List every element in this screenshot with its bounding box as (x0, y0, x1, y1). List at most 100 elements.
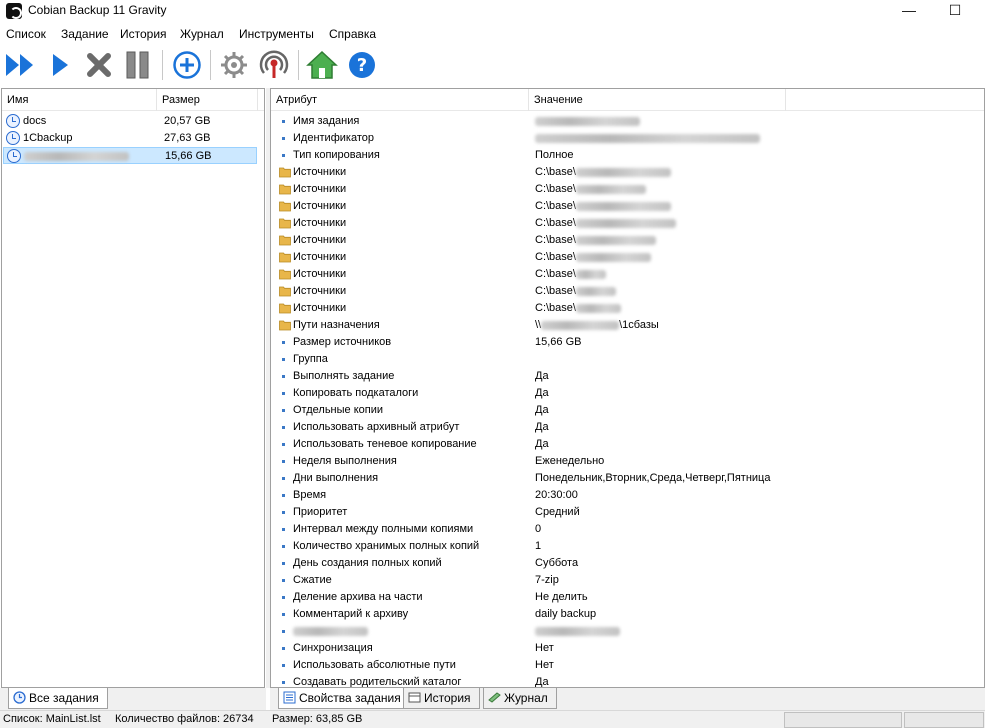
column-header-name[interactable]: Имя (2, 89, 157, 111)
property-name: Источники (293, 302, 347, 314)
property-row[interactable]: Деление архива на части Не делить (271, 589, 984, 606)
tab-log[interactable]: Журнал (483, 688, 557, 709)
redacted-text (575, 167, 671, 177)
property-row[interactable]: Источники C:\base\ (271, 215, 984, 232)
menu-task[interactable]: Задание (61, 27, 109, 41)
svg-text:?: ? (357, 55, 367, 76)
tab-history[interactable]: История (403, 688, 480, 709)
property-value (535, 132, 760, 144)
bullet-icon (282, 681, 285, 684)
pause-button[interactable] (121, 48, 155, 82)
property-row[interactable]: Приоритет Средний (271, 504, 984, 521)
property-name: Синхронизация (293, 642, 373, 654)
column-header-value[interactable]: Значение (529, 89, 786, 111)
property-row[interactable]: Дни выполнения Понедельник,Вторник,Среда,… (271, 470, 984, 487)
property-value (535, 625, 620, 637)
help-button[interactable]: ? (345, 48, 379, 82)
status-panel (904, 712, 984, 728)
redacted-text (535, 116, 640, 126)
property-name: Копировать подкаталоги (293, 387, 419, 399)
run-selected-button[interactable] (43, 48, 77, 82)
minimize-button[interactable]: — (886, 0, 932, 22)
property-value: Понедельник,Вторник,Среда,Четверг,Пятниц… (535, 472, 771, 484)
tab-log-label: Журнал (504, 691, 548, 705)
property-row[interactable]: Время 20:30:00 (271, 487, 984, 504)
property-name: Размер источников (293, 336, 392, 348)
menu-list[interactable]: Список (6, 27, 46, 41)
path-suffix: \1сбазы (619, 319, 659, 331)
run-all-button[interactable] (3, 48, 37, 82)
redacted-text (575, 269, 606, 279)
menu-tools[interactable]: Инструменты (239, 27, 314, 41)
pause-icon (126, 51, 149, 79)
task-row[interactable]: 1Cbackup 27,63 GB (3, 130, 257, 147)
property-row[interactable]: Копировать подкаталоги Да (271, 385, 984, 402)
property-row[interactable]: День создания полных копий Суббота (271, 555, 984, 572)
clock-icon (13, 691, 26, 704)
property-row[interactable]: Источники C:\base\ (271, 300, 984, 317)
property-row[interactable]: Размер источников 15,66 GB (271, 334, 984, 351)
property-value: Да (535, 404, 549, 416)
task-row[interactable]: docs 20,57 GB (3, 113, 257, 130)
property-row[interactable]: Неделя выполнения Еженедельно (271, 453, 984, 470)
property-row[interactable]: Источники C:\base\ (271, 164, 984, 181)
menu-help[interactable]: Справка (329, 27, 376, 41)
property-row[interactable]: Источники C:\base\ (271, 249, 984, 266)
monitor-button[interactable] (257, 48, 291, 82)
property-row[interactable]: Создавать родительский каталог Да (271, 674, 984, 688)
property-row[interactable]: Использовать теневое копирование Да (271, 436, 984, 453)
tab-all-tasks[interactable]: Все задания (8, 688, 108, 709)
property-row[interactable]: Интервал между полными копиями 0 (271, 521, 984, 538)
property-row[interactable]: Источники C:\base\ (271, 198, 984, 215)
column-header-size[interactable]: Размер (157, 89, 258, 111)
maximize-button[interactable]: ☐ (932, 0, 978, 22)
property-row[interactable]: Источники C:\base\ (271, 232, 984, 249)
log-icon (488, 692, 501, 703)
property-value: C:\base\ (535, 217, 676, 229)
property-value: daily backup (535, 608, 597, 620)
bullet-icon (282, 494, 285, 497)
property-row[interactable]: Использовать архивный атрибут Да (271, 419, 984, 436)
property-row[interactable]: Сжатие 7-zip (271, 572, 984, 589)
bullet-icon (282, 562, 285, 565)
property-row[interactable]: Источники C:\base\ (271, 181, 984, 198)
menu-history[interactable]: История (120, 27, 167, 41)
property-value: 7-zip (535, 574, 559, 586)
property-row[interactable]: Идентификатор (271, 130, 984, 147)
gear-icon (221, 52, 247, 78)
property-value: Да (535, 438, 549, 450)
property-row[interactable]: Группа (271, 351, 984, 368)
task-row[interactable]: 15,66 GB (3, 147, 257, 164)
property-name: Источники (293, 285, 347, 297)
property-row[interactable]: Выполнять задание Да (271, 368, 984, 385)
property-row[interactable]: Отдельные копии Да (271, 402, 984, 419)
tab-all-tasks-label: Все задания (29, 691, 99, 705)
column-header-attribute[interactable]: Атрибут (271, 89, 529, 111)
bullet-icon (282, 426, 285, 429)
tab-task-properties[interactable]: Свойства задания (278, 688, 410, 709)
property-name: Группа (293, 353, 328, 365)
property-row[interactable]: Комментарий к архиву daily backup (271, 606, 984, 623)
play-icon (53, 54, 68, 76)
bullet-icon (282, 545, 285, 548)
property-row[interactable]: Синхронизация Нет (271, 640, 984, 657)
path-prefix: C:\base\ (535, 234, 576, 246)
cancel-button[interactable] (82, 48, 116, 82)
folder-icon (279, 252, 291, 263)
property-value: 20:30:00 (535, 489, 578, 501)
property-row[interactable]: Тип копирования Полное (271, 147, 984, 164)
property-row[interactable]: Пути назначения \\ \1сбазы (271, 317, 984, 334)
property-row[interactable]: Источники C:\base\ (271, 266, 984, 283)
property-row[interactable] (271, 623, 984, 640)
property-name: Создавать родительский каталог (293, 676, 462, 688)
property-row[interactable]: Источники C:\base\ (271, 283, 984, 300)
add-task-button[interactable] (170, 48, 204, 82)
settings-button[interactable] (217, 48, 251, 82)
task-list-panel: Имя Размер docs 20,57 GB 1Cbackup 27,63 GB 1… (1, 88, 265, 688)
property-row[interactable]: Количество хранимых полных копий 1 (271, 538, 984, 555)
property-row[interactable]: Использовать абсолютные пути Нет (271, 657, 984, 674)
menu-log[interactable]: Журнал (180, 27, 224, 41)
property-row[interactable]: Имя задания (271, 113, 984, 130)
menu-bar: Список Задание История Журнал Инструмент… (0, 24, 985, 44)
home-button[interactable] (305, 48, 339, 82)
